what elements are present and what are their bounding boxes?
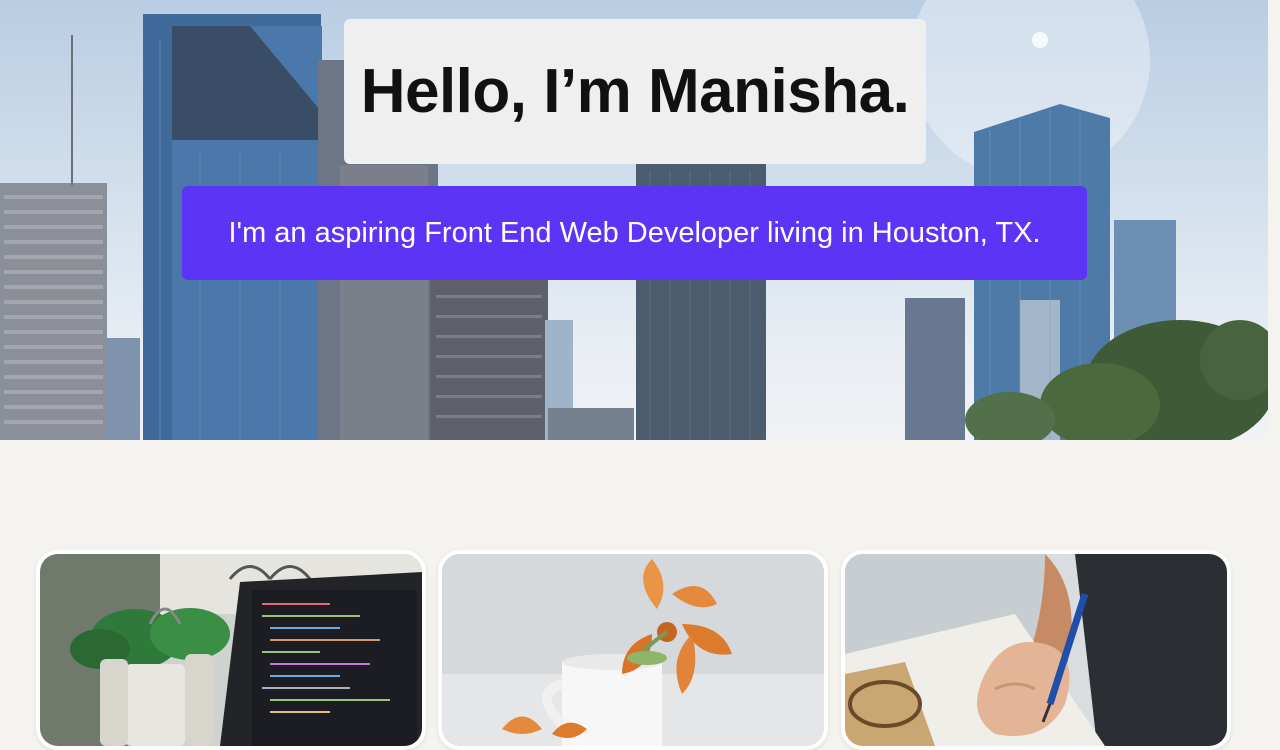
laptop-with-plants-image <box>40 554 422 746</box>
project-card-writing[interactable] <box>841 550 1231 750</box>
scrollbar-gutter <box>1268 0 1280 440</box>
project-cards <box>36 550 1236 750</box>
hero-section: Hello, I’m Manisha. I'm an aspiring Fron… <box>0 0 1268 440</box>
hero-subtitle: I'm an aspiring Front End Web Developer … <box>228 216 1041 249</box>
orange-lily-and-cup-image <box>442 554 824 746</box>
hero-subtitle-box: I'm an aspiring Front End Web Developer … <box>182 186 1087 280</box>
project-card-lily[interactable] <box>438 550 828 750</box>
hero-title: Hello, I’m Manisha. <box>360 57 910 126</box>
project-card-laptop[interactable] <box>36 550 426 750</box>
hand-writing-notebook-image <box>845 554 1227 746</box>
hero-title-box: Hello, I’m Manisha. <box>344 19 926 164</box>
